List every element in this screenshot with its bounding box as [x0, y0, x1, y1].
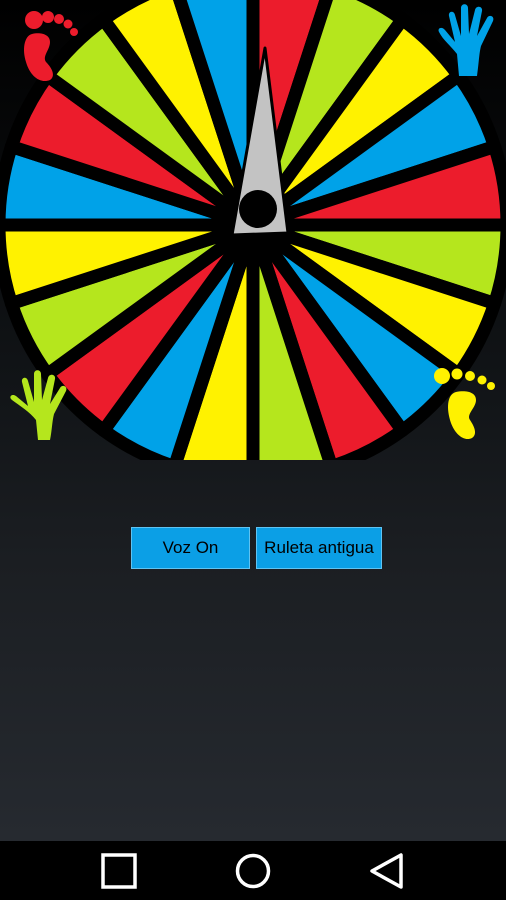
red-foot-icon: [24, 11, 78, 82]
voice-toggle-button[interactable]: Voz On: [131, 527, 250, 569]
home-circle-icon[interactable]: [234, 852, 272, 890]
old-wheel-button[interactable]: Ruleta antigua: [256, 527, 382, 569]
blue-hand-icon: [438, 4, 494, 76]
yellow-foot-icon: [434, 368, 495, 440]
recents-square-icon[interactable]: [100, 852, 138, 890]
green-hand-icon: [10, 370, 67, 440]
android-nav-bar: [0, 841, 506, 900]
app-screen: Voz On Ruleta antigua: [0, 0, 506, 841]
pointer-hub: [239, 190, 277, 228]
back-triangle-icon[interactable]: [368, 852, 406, 890]
